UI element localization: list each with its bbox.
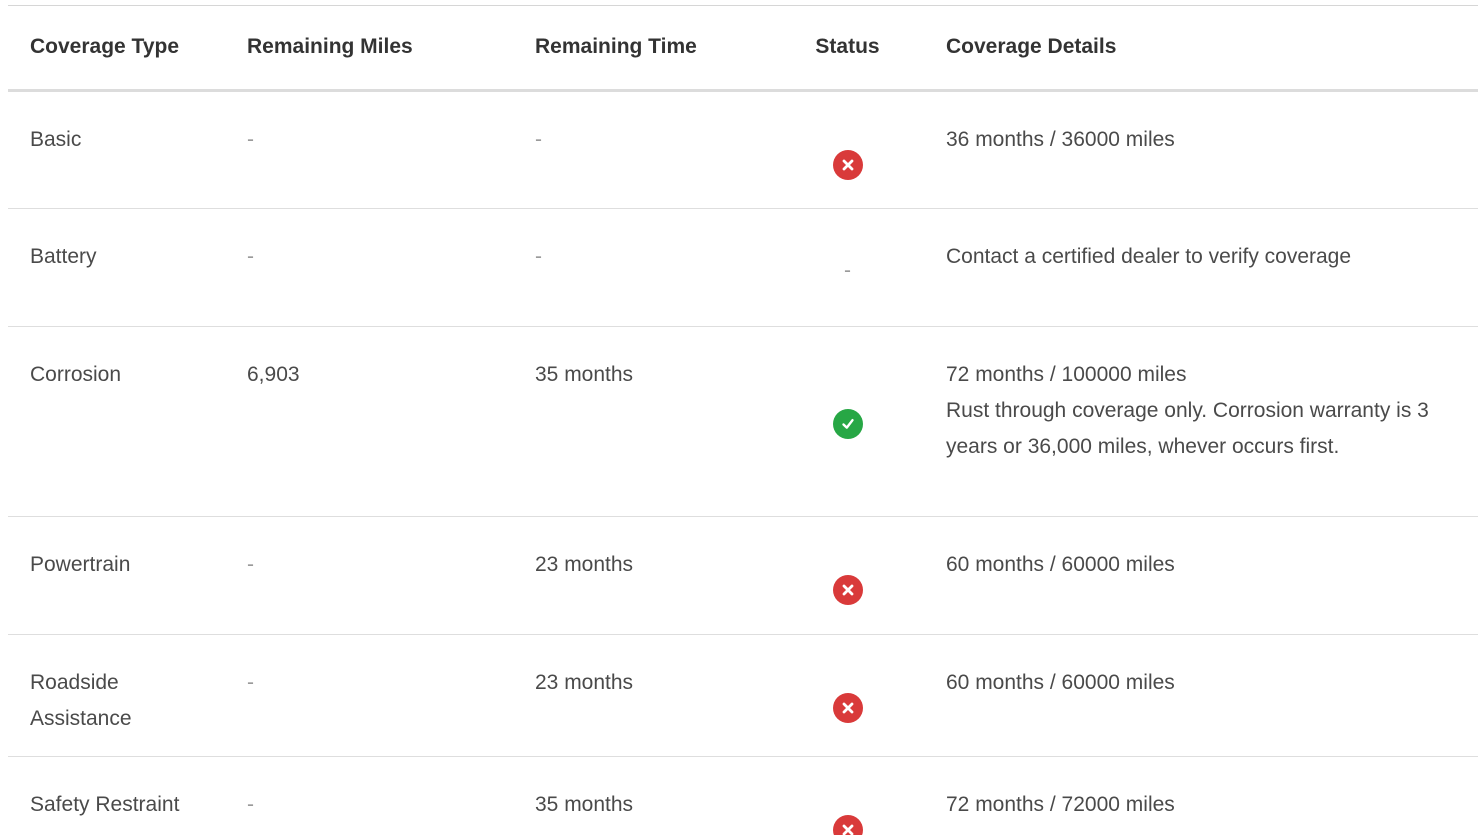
- cell-coverage-details: Contact a certified dealer to verify cov…: [912, 208, 1478, 327]
- cell-coverage-type: Battery: [8, 208, 225, 327]
- details-note: Rust through coverage only. Corrosion wa…: [946, 398, 1429, 458]
- header-status: Status: [783, 6, 912, 92]
- cell-remaining-miles: -: [225, 634, 513, 757]
- cell-remaining-time: -: [513, 208, 783, 327]
- x-circle-icon: [832, 149, 863, 180]
- cell-coverage-type: Powertrain: [8, 516, 225, 635]
- table-body: Basic - - 36 months / 36000 miles Batter…: [8, 90, 1478, 835]
- details-line: 60 months / 60000 miles: [946, 552, 1175, 576]
- status-none-text: -: [844, 258, 851, 282]
- cell-coverage-details: 60 months / 60000 miles: [912, 516, 1478, 635]
- check-circle-icon: [832, 408, 863, 439]
- warranty-coverage-table: Coverage Type Remaining Miles Remaining …: [8, 6, 1478, 835]
- cell-remaining-time: 23 months: [513, 634, 783, 757]
- cell-remaining-miles: -: [225, 516, 513, 635]
- cell-coverage-type: Corrosion: [8, 326, 225, 517]
- cell-status: [783, 634, 912, 757]
- cell-status: -: [783, 208, 912, 327]
- table-row: Powertrain - 23 months 60 months / 60000…: [8, 516, 1478, 635]
- cell-remaining-time: -: [513, 90, 783, 209]
- cell-coverage-type: Safety Restraint: [30, 792, 180, 816]
- cell-coverage-type: Basic: [8, 90, 225, 209]
- cell-remaining-miles: 6,903: [225, 326, 513, 517]
- details-line: 60 months / 60000 miles: [946, 670, 1175, 694]
- table-header: Coverage Type Remaining Miles Remaining …: [8, 6, 1478, 92]
- header-coverage-type: Coverage Type: [8, 6, 225, 92]
- cell-coverage-details: 72 months / 72000 miles: [912, 756, 1478, 835]
- details-line: 36 months / 36000 miles: [946, 127, 1175, 151]
- x-circle-icon: [832, 692, 863, 723]
- details-line: 72 months / 100000 miles: [946, 362, 1187, 386]
- cell-remaining-time: 35 months: [513, 326, 783, 517]
- cell-remaining-miles: -: [225, 90, 513, 209]
- cell-remaining-time: 23 months: [513, 516, 783, 635]
- table-row: Basic - - 36 months / 36000 miles: [8, 90, 1478, 209]
- cell-coverage-details: 60 months / 60000 miles: [912, 634, 1478, 757]
- table-row: Safety Restraint - 35 months 72 months /…: [8, 756, 1478, 835]
- details-line: Contact a certified dealer to verify cov…: [946, 244, 1352, 268]
- cell-coverage-type: Roadside Assistance: [8, 634, 225, 757]
- x-circle-icon: [832, 814, 863, 835]
- cell-remaining-time: 35 months: [535, 792, 634, 816]
- cell-coverage-details: 36 months / 36000 miles: [912, 90, 1478, 209]
- details-line: 72 months / 72000 miles: [946, 792, 1175, 816]
- cell-status: [783, 326, 912, 517]
- header-remaining-time: Remaining Time: [513, 6, 783, 92]
- cell-status: [783, 516, 912, 635]
- x-circle-icon: [832, 574, 863, 605]
- cell-remaining-miles: -: [247, 792, 254, 816]
- header-row: Coverage Type Remaining Miles Remaining …: [8, 6, 1478, 92]
- cell-status: [783, 90, 912, 209]
- cell-coverage-details: 72 months / 100000 miles Rust through co…: [912, 326, 1478, 517]
- cell-remaining-miles: -: [225, 208, 513, 327]
- table-row: Battery - - - Contact a certified dealer…: [8, 208, 1478, 327]
- header-remaining-miles: Remaining Miles: [225, 6, 513, 92]
- cell-status: [783, 756, 912, 835]
- table-row: Corrosion 6,903 35 months 72 months / 10…: [8, 326, 1478, 517]
- header-coverage-details: Coverage Details: [912, 6, 1478, 92]
- table-row: Roadside Assistance - 23 months 60 month…: [8, 634, 1478, 757]
